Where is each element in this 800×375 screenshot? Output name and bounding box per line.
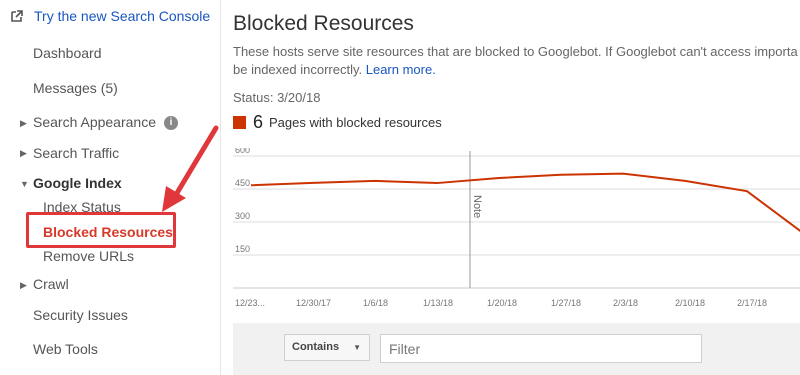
description-text-line2: be indexed incorrectly. — [233, 62, 363, 77]
main-content: Blocked Resources These hosts serve site… — [233, 0, 800, 375]
x-tick-label: 2/10/18 — [675, 298, 705, 308]
dropdown-arrow-icon: ▼ — [353, 343, 361, 352]
x-tick-label: 2/3/18 — [613, 298, 638, 308]
sidebar-item-dashboard[interactable]: Dashboard — [33, 45, 102, 61]
series-line-pages-with-blocked-resources — [250, 172, 800, 232]
status-date: Status: 3/20/18 — [233, 90, 321, 105]
legend-count: 6 — [253, 112, 264, 132]
filter-operator-dropdown[interactable]: Contains ▼ — [284, 334, 370, 361]
filter-input[interactable] — [380, 334, 702, 363]
learn-more-link[interactable]: Learn more. — [366, 62, 436, 77]
sidebar-subitem-blocked-resources[interactable]: Blocked Resources — [43, 224, 173, 240]
filter-operator-label: Contains — [292, 341, 340, 353]
x-tick-label: 1/6/18 — [363, 298, 388, 308]
legend-swatch — [233, 116, 246, 129]
sidebar-item-messages[interactable]: Messages (5) — [33, 80, 118, 96]
annotation-arrow — [162, 125, 219, 212]
annotation-label: Note — [471, 195, 483, 218]
caret-right-icon[interactable]: ▶ — [20, 118, 27, 129]
blocked-resources-chart: 150 300 450 600 Note 12/23... 12/30/17 1/6/18 1/… — [233, 148, 800, 308]
y-tick-label: 600 — [235, 148, 250, 155]
caret-right-icon[interactable]: ▶ — [20, 280, 27, 291]
caret-right-icon[interactable]: ▶ — [20, 148, 27, 159]
legend-label: Pages with blocked resources — [269, 115, 442, 130]
y-tick-label: 300 — [235, 211, 250, 221]
sidebar-item-security-issues[interactable]: Security Issues — [33, 307, 128, 323]
page-title: Blocked Resources — [233, 12, 414, 35]
filter-bar: Contains ▼ — [233, 323, 800, 375]
description-text: These hosts serve site resources that ar… — [233, 44, 798, 59]
x-tick-label: 1/13/18 — [423, 298, 453, 308]
new-search-console-label: Try the new Search Console — [34, 8, 211, 24]
y-tick-label: 150 — [235, 244, 250, 254]
x-tick-label: 1/27/18 — [551, 298, 581, 308]
sidebar-item-label: Search Appearance — [33, 114, 156, 130]
external-link-icon — [11, 10, 23, 22]
sidebar-item-search-traffic[interactable]: Search Traffic — [33, 145, 119, 161]
y-tick-label: 450 — [235, 178, 250, 188]
page-description: These hosts serve site resources that ar… — [233, 43, 800, 79]
chart-legend[interactable]: 6 Pages with blocked resources — [233, 112, 442, 133]
sidebar-subitem-remove-urls[interactable]: Remove URLs — [43, 248, 134, 264]
x-tick-label: 12/23... — [235, 298, 265, 308]
x-tick-label: 1/20/18 — [487, 298, 517, 308]
x-tick-label: 2/17/18 — [737, 298, 767, 308]
sidebar-item-web-tools[interactable]: Web Tools — [33, 341, 98, 357]
sidebar-item-google-index[interactable]: Google Index — [33, 175, 122, 191]
x-tick-label: 12/30/17 — [296, 298, 331, 308]
sidebar-item-crawl[interactable]: Crawl — [33, 276, 69, 292]
caret-down-icon[interactable]: ▼ — [20, 179, 29, 189]
new-search-console-link[interactable]: Try the new Search Console — [10, 8, 210, 24]
